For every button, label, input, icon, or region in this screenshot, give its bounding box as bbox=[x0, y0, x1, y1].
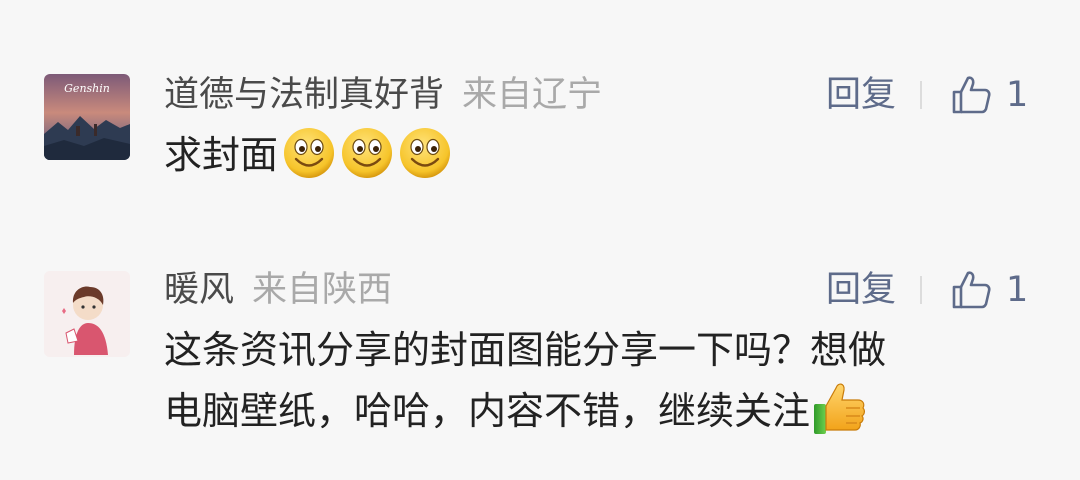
like-button[interactable] bbox=[951, 269, 993, 311]
smile-emoji bbox=[340, 126, 394, 180]
comment-text: 求封面 bbox=[164, 133, 279, 177]
comment-header: 暖风 来自陕西 bbox=[164, 270, 392, 310]
comment-text-line-wrap: 电脑壁纸，哈哈，内容不错，继续关注 bbox=[164, 380, 1044, 439]
smile-emoji bbox=[282, 126, 336, 180]
comment-header: 道德与法制真好背 来自辽宁 bbox=[164, 75, 602, 115]
location-label: 来自辽宁 bbox=[462, 75, 603, 115]
username[interactable]: 暖风 bbox=[164, 270, 234, 310]
divider bbox=[920, 276, 922, 304]
divider bbox=[920, 81, 922, 109]
comment-actions: 回复 1 bbox=[826, 75, 1056, 115]
username[interactable]: 道德与法制真好背 bbox=[164, 75, 444, 115]
comment-actions: 回复 1 bbox=[826, 270, 1056, 310]
like-count: 1 bbox=[1006, 270, 1029, 310]
smile-emoji bbox=[398, 126, 452, 180]
comment-text-line: 电脑壁纸，哈哈，内容不错，继续关注 bbox=[164, 389, 811, 433]
avatar-image bbox=[44, 271, 130, 357]
comment-item: 暖风 来自陕西 回复 1 这条资讯分享的封面图能分享一下吗？想做 电脑壁纸，哈哈，… bbox=[0, 220, 1080, 480]
avatar[interactable] bbox=[44, 271, 130, 357]
comment-content: 这条资讯分享的封面图能分享一下吗？想做 电脑壁纸，哈哈，内容不错，继续关注 bbox=[164, 322, 1044, 439]
thumbs-up-icon bbox=[952, 76, 991, 114]
avatar-logo-text: Genshin bbox=[64, 82, 110, 95]
comment-content: 求封面 bbox=[164, 126, 452, 183]
comment-text-line: 这条资讯分享的封面图能分享一下吗？想做 bbox=[164, 328, 887, 372]
location-label: 来自陕西 bbox=[252, 270, 393, 310]
reply-button[interactable]: 回复 bbox=[826, 270, 896, 310]
thumbs-up-emoji bbox=[812, 380, 866, 436]
avatar[interactable]: Genshin bbox=[44, 74, 130, 160]
reply-button[interactable]: 回复 bbox=[826, 75, 896, 115]
like-button[interactable] bbox=[951, 74, 993, 116]
comment-item: Genshin 道德与法制真好背 来自辽宁 回复 1 求封面 bbox=[0, 0, 1080, 220]
thumbs-up-icon bbox=[952, 271, 991, 309]
like-count: 1 bbox=[1006, 75, 1029, 115]
